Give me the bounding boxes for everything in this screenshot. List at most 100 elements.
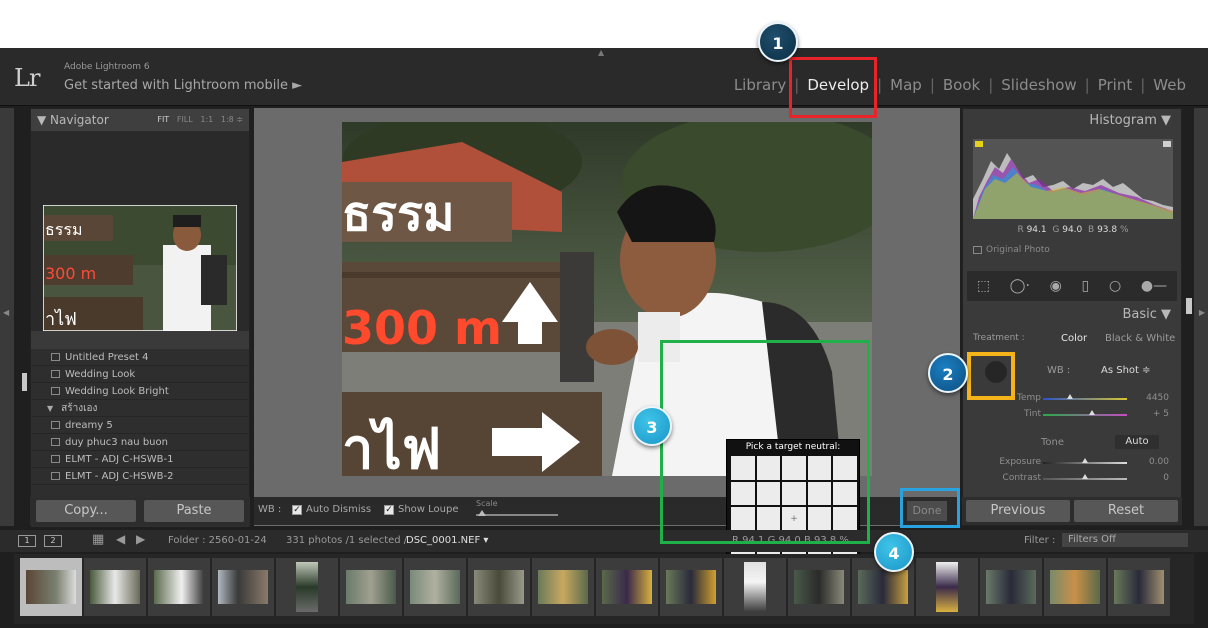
left-edge[interactable]: ◀ (0, 108, 14, 526)
preset-item[interactable]: Wedding Look (31, 366, 249, 383)
left-panel-scrollbar[interactable] (22, 373, 27, 391)
filmstrip-thumbnail[interactable] (20, 558, 82, 616)
filter-select[interactable]: Filters Off (1062, 533, 1188, 547)
preset-item[interactable]: ELMT - ADJ C-HSWB-2 (31, 468, 249, 485)
tint-slider-knob[interactable] (1089, 410, 1095, 415)
zoom-1-8[interactable]: 1:8 ≑ (221, 115, 243, 124)
navigator-header[interactable]: ▼ Navigator FIT FILL 1:1 1:8 ≑ (31, 109, 249, 131)
sign-text-top: ธรรม (342, 186, 455, 242)
rgb-readout: R 94.1 G 94.0 B 93.8 % (1017, 225, 1129, 235)
scale-label: Scale (476, 499, 498, 508)
basic-panel-title[interactable]: Basic ▼ (1122, 307, 1171, 322)
collapse-right-icon[interactable]: ▶ (1199, 308, 1205, 317)
crop-tool-icon[interactable]: ⬚ (977, 278, 990, 294)
zoom-fit[interactable]: FIT (157, 115, 169, 124)
filmstrip-thumbnail[interactable] (1044, 558, 1106, 616)
right-panel-scrollbar[interactable] (1186, 298, 1192, 314)
temp-slider-knob[interactable] (1067, 394, 1073, 399)
auto-tone-button[interactable]: Auto (1115, 435, 1159, 449)
original-photo-checkbox[interactable]: Original Photo (973, 245, 1050, 255)
filmstrip-thumbnail[interactable] (468, 558, 530, 616)
redeye-icon[interactable]: ◉ (1050, 278, 1062, 294)
filmstrip-thumbnail[interactable] (148, 558, 210, 616)
copy-button[interactable]: Copy... (36, 500, 136, 522)
filmstrip-thumbnail[interactable] (212, 558, 274, 616)
adjustment-brush-icon[interactable]: ●— (1141, 278, 1167, 294)
right-edge[interactable]: ▶ (1194, 108, 1208, 526)
previous-button[interactable]: Previous (966, 500, 1070, 522)
module-book[interactable]: Book (935, 76, 988, 94)
histogram[interactable] (973, 139, 1173, 219)
radial-filter-icon[interactable]: ○ (1109, 278, 1121, 294)
treatment-color[interactable]: Color (1061, 333, 1087, 344)
preset-item[interactable]: duy phuc3 nau buon (31, 434, 249, 451)
filter-label: Filter : (1024, 535, 1056, 546)
filmstrip-thumbnail[interactable] (724, 558, 786, 616)
folder-label[interactable]: Folder : 2560-01-24 (168, 535, 267, 546)
collapse-left-icon[interactable]: ◀ (3, 308, 9, 317)
preset-item[interactable]: Untitled Preset 4 (31, 349, 249, 366)
preset-item[interactable]: ELMT - ADJ C-HSWB-1 (31, 451, 249, 468)
module-web[interactable]: Web (1145, 76, 1194, 94)
zoom-1-1[interactable]: 1:1 (200, 115, 213, 124)
graduated-filter-icon[interactable]: ▯ (1082, 278, 1090, 294)
filmstrip-thumbnail[interactable] (1108, 558, 1170, 616)
exposure-label: Exposure (999, 457, 1041, 467)
primary-view-button[interactable]: 1 (18, 535, 36, 547)
thumbnail-image (794, 570, 844, 604)
forward-arrow-icon[interactable]: ▶ (136, 532, 145, 546)
mobile-link[interactable]: Get started with Lightroom mobile ► (64, 78, 302, 93)
temp-value[interactable]: 4450 (1146, 393, 1169, 403)
filmstrip-thumbnail[interactable] (788, 558, 850, 616)
filename-label[interactable]: DSC_0001.NEF ▾ (406, 535, 488, 546)
filmstrip-thumbnail[interactable] (916, 558, 978, 616)
module-print[interactable]: Print (1090, 76, 1141, 94)
exposure-value[interactable]: 0.00 (1149, 457, 1169, 467)
module-slideshow[interactable]: Slideshow (993, 76, 1084, 94)
scale-slider-knob[interactable] (478, 510, 486, 516)
module-map[interactable]: Map (882, 76, 930, 94)
filmstrip-thumbnail[interactable] (596, 558, 658, 616)
filmstrip-thumbnail[interactable] (660, 558, 722, 616)
preset-item[interactable]: Wedding Look Bright (31, 383, 249, 400)
auto-dismiss-checkbox[interactable]: ✓ Auto Dismiss (292, 504, 371, 515)
preset-icon (51, 370, 60, 378)
filmstrip-thumbnail[interactable] (340, 558, 402, 616)
spot-removal-icon[interactable]: ◯· (1010, 278, 1030, 294)
temp-label: Temp (1017, 393, 1041, 403)
paste-button[interactable]: Paste (144, 500, 244, 522)
module-library[interactable]: Library (726, 76, 794, 94)
preset-icon (51, 353, 60, 361)
temp-slider-track[interactable] (1043, 398, 1127, 400)
wb-select[interactable]: As Shot ≑ (1101, 365, 1151, 376)
filmstrip-thumbnail[interactable] (532, 558, 594, 616)
navigator-preview[interactable]: ธรรม 300 m าไฟ (31, 131, 249, 331)
folder-expand-icon[interactable]: ▼ (47, 404, 53, 413)
collapse-top-icon[interactable]: ▲ (598, 48, 604, 57)
grid-view-icon[interactable]: ▦ (92, 532, 104, 547)
preset-item[interactable]: dreamy 5 (31, 417, 249, 434)
scale-slider-track[interactable] (476, 514, 558, 516)
tint-value[interactable]: + 5 (1153, 409, 1169, 419)
top-bar: Lr Adobe Lightroom 6 Get started with Li… (0, 48, 1208, 106)
tint-slider-track[interactable] (1043, 414, 1127, 416)
histogram-title[interactable]: Histogram ▼ (1089, 113, 1171, 128)
navigator-thumbnail[interactable]: ธรรม 300 m าไฟ (43, 205, 237, 331)
wb-dropper-highlight (967, 352, 1015, 400)
reset-button[interactable]: Reset (1074, 500, 1178, 522)
contrast-value[interactable]: 0 (1163, 473, 1169, 483)
secondary-view-button[interactable]: 2 (44, 535, 62, 547)
treatment-bw[interactable]: Black & White (1105, 333, 1175, 344)
filmstrip-thumbnail[interactable] (404, 558, 466, 616)
preset-folder[interactable]: ▼ สร้างเอง (31, 400, 249, 417)
filmstrip-thumbnail[interactable] (980, 558, 1042, 616)
filmstrip-thumbnail[interactable] (276, 558, 338, 616)
show-loupe-checkbox[interactable]: ✓ Show Loupe (384, 504, 459, 515)
check-icon: ✓ (292, 504, 302, 515)
back-arrow-icon[interactable]: ◀ (116, 532, 125, 546)
contrast-slider-knob[interactable] (1082, 474, 1088, 479)
exposure-slider-knob[interactable] (1082, 458, 1088, 463)
zoom-fill[interactable]: FILL (177, 115, 193, 124)
filmstrip-thumbnail[interactable] (84, 558, 146, 616)
previous-reset-bar: Previous Reset (962, 497, 1182, 525)
